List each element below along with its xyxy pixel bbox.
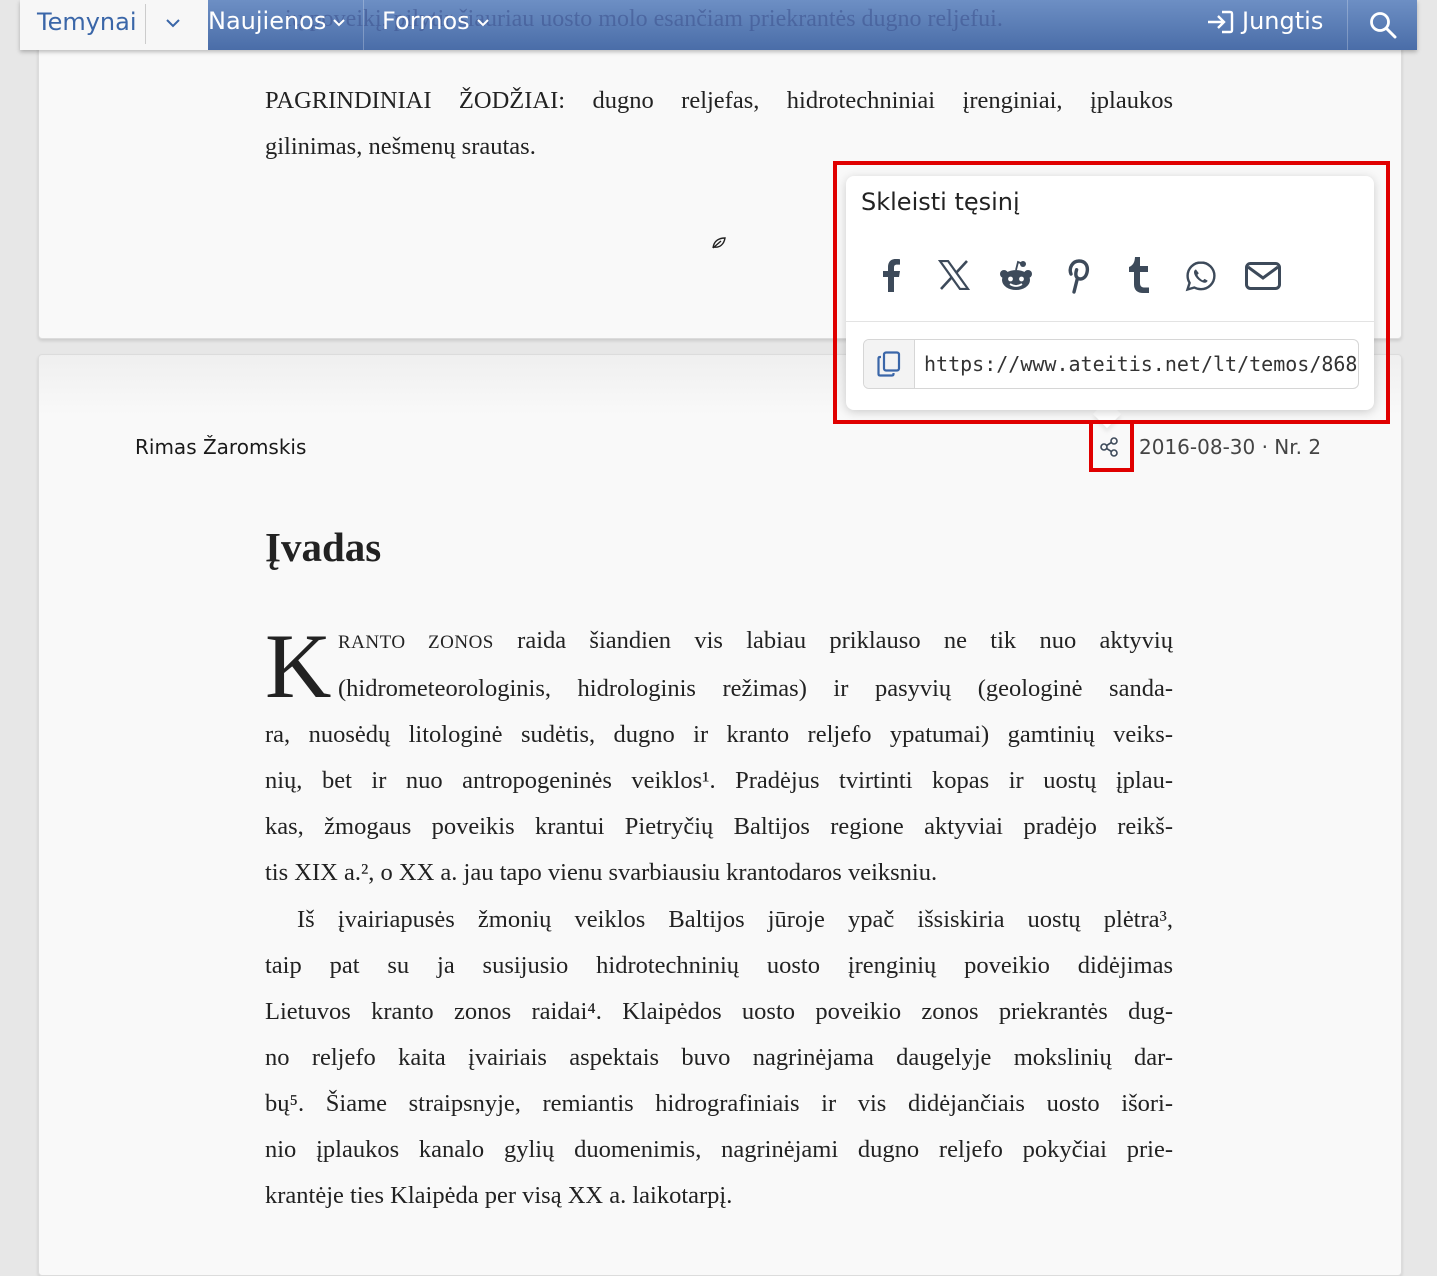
p1-line-5: tis XIX a.², o XX a. jau tapo vienu svar… bbox=[265, 859, 938, 887]
author-name[interactable]: Rimas Žaromskis bbox=[135, 435, 306, 459]
chevron-down-icon bbox=[333, 19, 346, 27]
whatsapp-icon[interactable] bbox=[1185, 260, 1217, 292]
brand-label[interactable]: Temynai bbox=[37, 8, 137, 36]
p2-line-3: no reljefo kaita įvairiais aspektais buv… bbox=[265, 1043, 1173, 1071]
share-icon[interactable] bbox=[1099, 436, 1121, 458]
copy-url-button[interactable] bbox=[864, 340, 915, 388]
reddit-icon[interactable] bbox=[999, 260, 1033, 292]
p2-line-2: Lietuvos kranto zonos raidai⁴. Klaipėdos… bbox=[265, 997, 1173, 1025]
email-icon[interactable] bbox=[1245, 262, 1281, 290]
section-heading: Įvadas bbox=[265, 524, 382, 570]
navbar: ių poveikį, pilytir šiauriau uosto molo … bbox=[20, 0, 1417, 50]
smallcaps-lead: RANTO ZONOS bbox=[338, 632, 494, 653]
brand-menu[interactable]: Temynai bbox=[20, 0, 208, 50]
paragraph-1: RANTO ZONOS raida šiandien vis labiau pr… bbox=[265, 618, 1173, 897]
p1-line-3: nių, bet ir nuo antropogeninės veiklos¹.… bbox=[265, 767, 1173, 795]
tumblr-icon[interactable] bbox=[1127, 256, 1151, 294]
p2-line-1: taip pat su ja susijusio hidrotechninių … bbox=[265, 951, 1173, 979]
share-url-field[interactable] bbox=[916, 340, 1358, 388]
brand-divider bbox=[145, 4, 146, 44]
dropcap: K bbox=[265, 615, 332, 717]
share-popover-title: Skleisti tęsinį bbox=[861, 188, 1020, 216]
login-icon bbox=[1208, 10, 1234, 34]
login-label: Jungtis bbox=[1242, 7, 1324, 35]
share-popover: Skleisti tęsinį bbox=[846, 176, 1374, 410]
p1-line-4: kas, žmogaus poveikis krantui Pietryčių … bbox=[265, 813, 1173, 841]
paragraph-2: Iš įvairiapusės žmonių veiklos Baltijos … bbox=[265, 897, 1173, 1220]
copy-icon bbox=[877, 351, 901, 377]
nav-item-label: Formos bbox=[382, 7, 470, 35]
facebook-icon[interactable] bbox=[876, 258, 906, 292]
leaf-icon bbox=[712, 237, 726, 249]
nav-divider bbox=[1347, 0, 1348, 50]
p1-line-1: (hidrometeorologinis, hidrologinis režim… bbox=[338, 675, 1173, 703]
nav-item-label: Naujienos bbox=[208, 7, 327, 35]
x-icon[interactable] bbox=[938, 260, 970, 290]
p2-line-5: nio įplaukos kanalo gylių duomenimis, na… bbox=[265, 1136, 1173, 1164]
keywords-line-1: PAGRINDINIAI ŽODŽIAI: dugno reljefas, hi… bbox=[265, 87, 1173, 114]
popover-divider bbox=[846, 321, 1374, 322]
chevron-down-icon bbox=[476, 19, 489, 27]
url-copy-group bbox=[863, 339, 1359, 389]
p2-line-4: bų⁵. Šiame straipsnyje, remiantis hidrog… bbox=[265, 1089, 1173, 1117]
search-icon[interactable] bbox=[1369, 11, 1397, 39]
nav-divider bbox=[363, 0, 364, 50]
article-date: 2016-08-30 · Nr. 2 bbox=[1139, 435, 1322, 459]
p1-line-2: ra, nuosėdų litologinė sudėtis, dugno ir… bbox=[265, 721, 1173, 749]
article-body: K RANTO ZONOS raida šiandien vis labiau … bbox=[265, 618, 1173, 1219]
nav-item-naujienos[interactable]: Naujienos bbox=[208, 7, 348, 35]
keywords-line-2: gilinimas, nešmenų srautas. bbox=[265, 133, 536, 160]
login-button[interactable]: Jungtis bbox=[1206, 7, 1323, 35]
pinterest-icon[interactable] bbox=[1062, 256, 1092, 294]
nav-item-formos[interactable]: Formos bbox=[382, 7, 492, 35]
keywords: PAGRINDINIAI ŽODŽIAI: dugno reljefas, hi… bbox=[265, 78, 1173, 170]
p1-line-0: raida šiandien vis labiau priklauso ne t… bbox=[517, 627, 1173, 654]
p2-line-6: krantėje ties Klaipėda per visą XX a. la… bbox=[265, 1182, 733, 1210]
chevron-down-icon[interactable] bbox=[158, 8, 188, 38]
p2-line-0: Iš įvairiapusės žmonių veiklos Baltijos … bbox=[297, 905, 1173, 933]
